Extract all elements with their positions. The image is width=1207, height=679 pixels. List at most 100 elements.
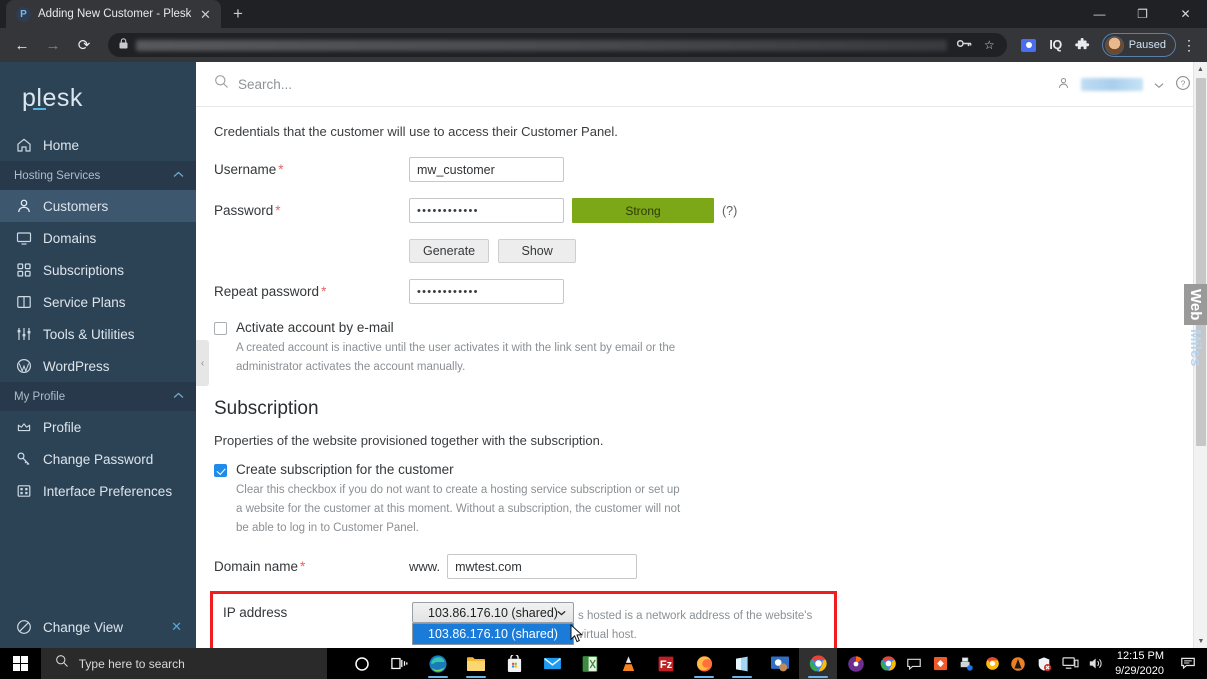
notification-center-button[interactable] bbox=[1173, 648, 1203, 679]
sidebar-group-my-profile[interactable]: My Profile bbox=[0, 382, 196, 411]
repeat-password-input[interactable]: •••••••••••• bbox=[409, 279, 564, 304]
clock-date: 9/29/2020 bbox=[1115, 664, 1164, 677]
sidebar-item-service-plans[interactable]: Service Plans bbox=[0, 286, 196, 318]
account-user-icon[interactable] bbox=[1057, 76, 1070, 93]
activate-account-help: A created account is inactive until the … bbox=[236, 342, 676, 373]
network-icon[interactable] bbox=[1057, 648, 1083, 679]
scroll-up-arrow-icon[interactable]: ▲ bbox=[1194, 62, 1207, 76]
filezilla-icon[interactable]: Fz bbox=[647, 648, 685, 679]
sidebar-item-interface-preferences[interactable]: Interface Preferences bbox=[0, 475, 196, 507]
profile-button[interactable]: Paused bbox=[1101, 33, 1176, 57]
vlc-icon[interactable] bbox=[609, 648, 647, 679]
chrome-small-icon[interactable] bbox=[979, 648, 1005, 679]
microsoft-store-icon[interactable] bbox=[495, 648, 533, 679]
orange-square-icon[interactable] bbox=[927, 648, 953, 679]
customer-form: Credentials that the customer will use t… bbox=[196, 108, 1193, 648]
iq-extension-icon[interactable]: IQ bbox=[1044, 33, 1068, 57]
sidebar-item-tools-utilities[interactable]: Tools & Utilities bbox=[0, 318, 196, 350]
search-icon bbox=[55, 654, 69, 673]
media-player-icon[interactable] bbox=[837, 648, 875, 679]
speech-bubble-icon[interactable] bbox=[901, 648, 927, 679]
generate-password-button[interactable]: Generate bbox=[409, 239, 490, 263]
sidebar-group-hosting-services[interactable]: Hosting Services bbox=[0, 161, 196, 190]
start-button[interactable] bbox=[0, 648, 41, 679]
new-tab-button[interactable]: + bbox=[233, 5, 243, 22]
sidebar-item-profile[interactable]: Profile bbox=[0, 411, 196, 443]
firefox-icon[interactable] bbox=[685, 648, 723, 679]
ip-address-option[interactable]: 103.86.176.10 (shared) bbox=[413, 624, 573, 645]
sidebar-item-wordpress[interactable]: WordPress bbox=[0, 350, 196, 382]
url-text-redacted bbox=[136, 39, 947, 51]
search-input[interactable]: Search... bbox=[214, 74, 1057, 94]
forward-icon[interactable]: → bbox=[39, 31, 67, 59]
activate-account-checkbox[interactable] bbox=[214, 322, 227, 335]
circle-slash-icon bbox=[15, 619, 32, 636]
username-input[interactable]: mw_customer bbox=[409, 157, 564, 182]
sidebar-footer-label: Change View bbox=[43, 619, 124, 635]
chrome-icon[interactable] bbox=[799, 648, 838, 679]
close-window-button[interactable]: ✕ bbox=[1164, 0, 1207, 28]
bookmark-star-icon[interactable]: ☆ bbox=[982, 38, 997, 52]
sidebar-change-view[interactable]: Change View ✕ bbox=[0, 606, 196, 648]
show-password-button[interactable]: Show bbox=[498, 239, 577, 263]
domain-name-input[interactable]: mwtest.com bbox=[447, 554, 638, 580]
password-help-icon[interactable]: (?) bbox=[722, 204, 737, 218]
security-icon[interactable] bbox=[1031, 648, 1057, 679]
chevron-up-icon bbox=[173, 170, 184, 181]
create-subscription-help: Clear this checkbox if you do not want t… bbox=[236, 484, 681, 534]
onenote-icon[interactable] bbox=[723, 648, 761, 679]
repeat-password-row: Repeat password * •••••••••••• bbox=[214, 279, 1193, 304]
sidebar-item-subscriptions[interactable]: Subscriptions bbox=[0, 254, 196, 286]
sidebar-item-change-password[interactable]: Change Password bbox=[0, 443, 196, 475]
scroll-down-arrow-icon[interactable]: ▼ bbox=[1194, 634, 1207, 648]
browser-tab[interactable]: P Adding New Customer - Plesk Ob ✕ bbox=[6, 0, 221, 28]
username-label: Username * bbox=[214, 162, 284, 177]
excel-icon[interactable] bbox=[571, 648, 609, 679]
back-icon[interactable]: ← bbox=[8, 31, 36, 59]
tab-close-icon[interactable]: ✕ bbox=[198, 8, 213, 21]
required-marker: * bbox=[278, 162, 284, 177]
sidebar-item-label: Customers bbox=[43, 198, 109, 214]
taskbar-clock[interactable]: 12:15 PM 9/29/2020 bbox=[1109, 649, 1173, 678]
create-subscription-checkbox[interactable] bbox=[214, 464, 227, 478]
taskbar-search-input[interactable]: Type here to search bbox=[40, 648, 328, 679]
extensions-puzzle-icon[interactable] bbox=[1071, 33, 1095, 57]
task-view-icon[interactable] bbox=[381, 648, 419, 679]
file-explorer-icon[interactable] bbox=[457, 648, 495, 679]
browser-menu-icon[interactable]: ⋮ bbox=[1179, 37, 1199, 54]
mail-icon[interactable] bbox=[533, 648, 571, 679]
help-icon[interactable]: ? bbox=[1175, 75, 1191, 94]
sidebar-item-domains[interactable]: Domains bbox=[0, 222, 196, 254]
volume-icon[interactable] bbox=[1083, 648, 1109, 679]
password-input[interactable]: •••••••••••• bbox=[409, 198, 564, 223]
sidebar-close-icon[interactable]: ✕ bbox=[171, 619, 182, 635]
maximize-button[interactable]: ❐ bbox=[1121, 0, 1164, 28]
domain-name-label: Domain name * bbox=[214, 559, 306, 575]
sidebar-item-label: Tools & Utilities bbox=[43, 326, 135, 342]
reload-icon[interactable]: ⟳ bbox=[70, 31, 98, 59]
chevron-down-icon[interactable] bbox=[1154, 76, 1164, 92]
preferences-icon bbox=[15, 483, 32, 500]
sidebar-item-home[interactable]: Home bbox=[0, 129, 196, 161]
chevron-down-icon bbox=[557, 608, 566, 618]
logo-underline bbox=[33, 108, 46, 110]
scrollbar-thumb[interactable] bbox=[1196, 78, 1206, 446]
address-bar[interactable]: ☆ bbox=[108, 33, 1007, 57]
printer-icon[interactable] bbox=[953, 648, 979, 679]
edge-icon[interactable] bbox=[419, 648, 457, 679]
screenshot-extension-icon[interactable] bbox=[1017, 33, 1041, 57]
chrome-tray-icon[interactable] bbox=[875, 648, 901, 679]
cortana-icon[interactable] bbox=[343, 648, 381, 679]
sidebar-item-label: Profile bbox=[43, 419, 82, 435]
minimize-button[interactable]: — bbox=[1078, 0, 1121, 28]
ip-address-select[interactable]: 103.86.176.10 (shared) bbox=[412, 602, 574, 624]
avast-icon[interactable] bbox=[1005, 648, 1031, 679]
sidebar-item-customers[interactable]: Customers bbox=[0, 190, 196, 222]
teamviewer-icon[interactable] bbox=[761, 648, 799, 679]
lock-icon bbox=[119, 38, 128, 52]
sidebar-collapse-button[interactable]: ‹ bbox=[196, 340, 209, 386]
window-controls: — ❐ ✕ bbox=[1078, 0, 1207, 28]
create-subscription-row: Create subscription for the customer bbox=[214, 462, 1193, 478]
ip-address-help: s hosted is a network address of the web… bbox=[578, 610, 813, 641]
password-key-icon[interactable] bbox=[955, 38, 974, 52]
